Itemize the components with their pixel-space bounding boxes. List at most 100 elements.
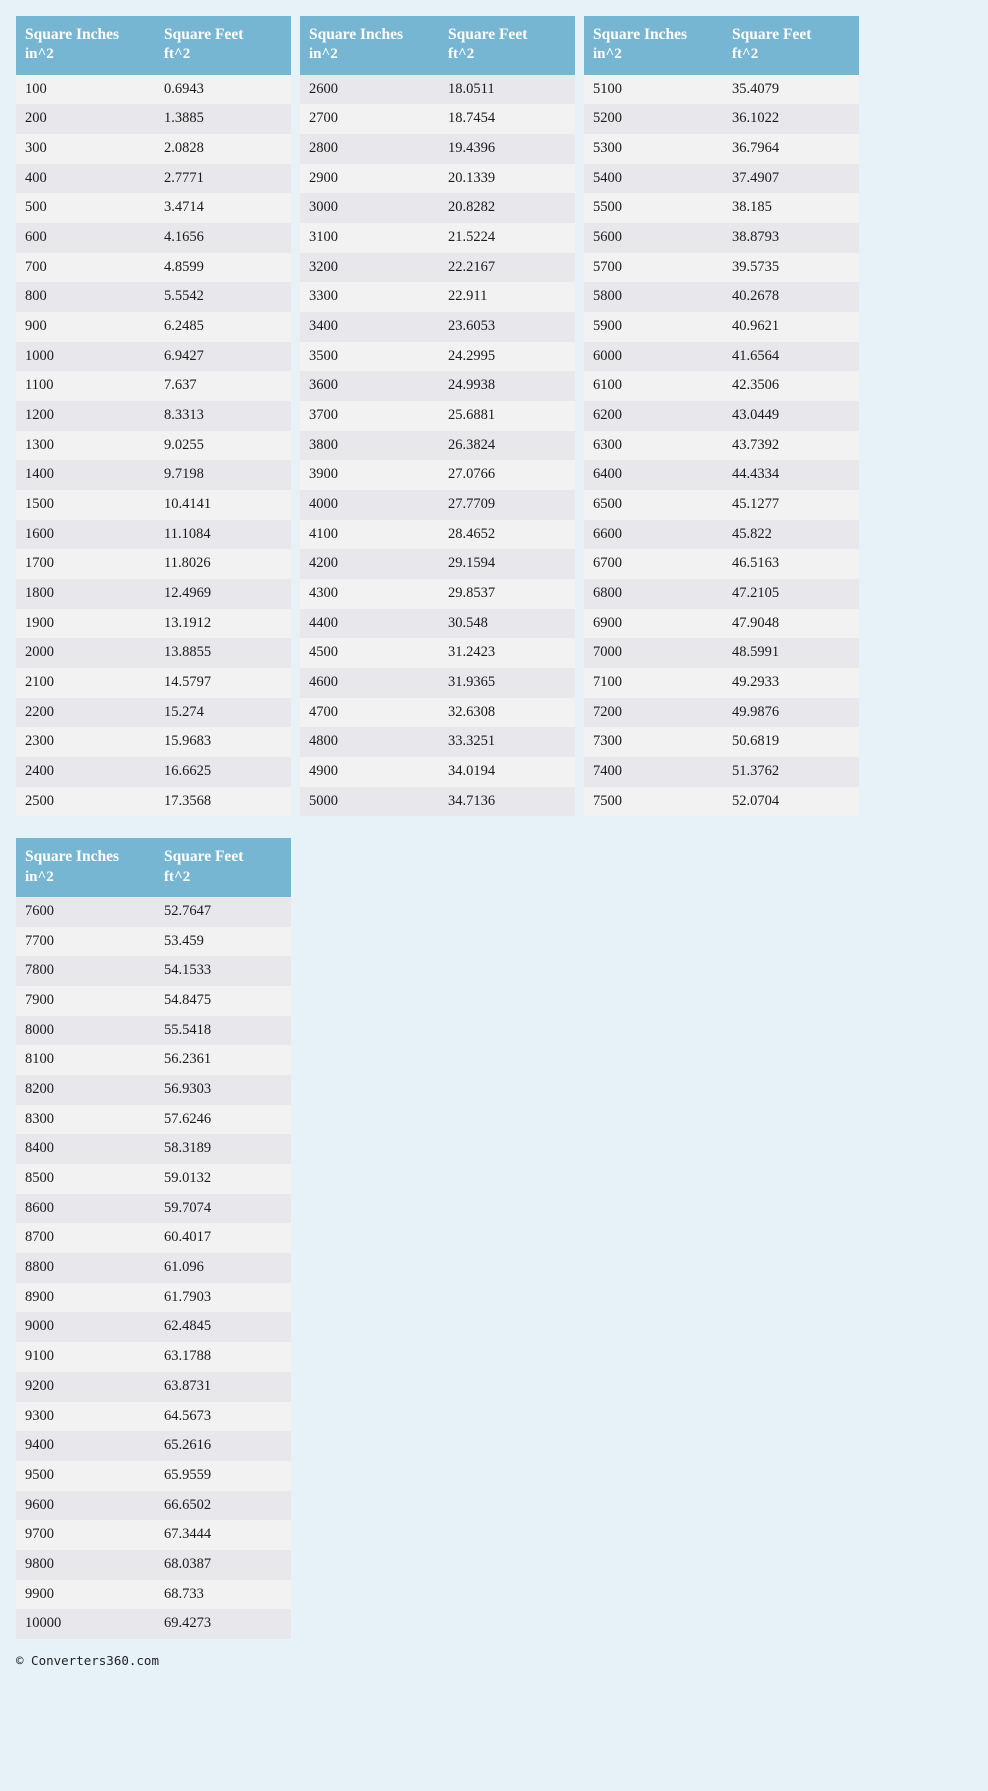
- cell-square-inches: 9400: [16, 1431, 155, 1461]
- table-row: 7300 50.6819: [584, 727, 859, 758]
- cell-square-inches: 4000: [300, 490, 439, 520]
- cell-square-inches: 2800: [300, 133, 439, 164]
- cell-square-feet: 64.5673: [155, 1401, 291, 1432]
- table-row: 4700 32.6308: [300, 697, 575, 728]
- table-row: 2000 13.8855: [16, 638, 291, 669]
- table-row: 4900 34.0194: [300, 757, 575, 787]
- table-row: 800 5.5542: [16, 282, 291, 313]
- cell-square-inches: 6700: [584, 549, 723, 580]
- cell-square-inches: 100: [16, 74, 155, 105]
- column-header-square-feet: Square Feet ft^2: [439, 16, 575, 75]
- cell-square-feet: 59.7074: [155, 1193, 291, 1224]
- table-row: 1600 11.1084: [16, 519, 291, 550]
- cell-square-feet: 61.7903: [155, 1282, 291, 1313]
- table-row: 4800 33.3251: [300, 727, 575, 758]
- cell-square-feet: 4.8599: [155, 252, 291, 283]
- table-row: 7000 48.5991: [584, 638, 859, 669]
- cell-square-feet: 9.7198: [155, 460, 291, 491]
- cell-square-inches: 2000: [16, 638, 155, 669]
- cell-square-feet: 49.9876: [723, 697, 859, 728]
- cell-square-feet: 31.9365: [439, 668, 575, 698]
- cell-square-inches: 9500: [16, 1460, 155, 1491]
- cell-square-feet: 38.8793: [723, 223, 859, 253]
- cell-square-inches: 9200: [16, 1371, 155, 1402]
- cell-square-feet: 47.9048: [723, 608, 859, 639]
- table-row: 7700 53.459: [16, 926, 291, 957]
- cell-square-feet: 45.822: [723, 519, 859, 550]
- cell-square-inches: 6300: [584, 430, 723, 461]
- cell-square-inches: 800: [16, 282, 155, 313]
- table-row: 6100 42.3506: [584, 371, 859, 402]
- column-header-unit: in^2: [593, 46, 622, 63]
- table-row: 5000 34.7136: [300, 786, 575, 817]
- table-row: 8400 58.3189: [16, 1134, 291, 1165]
- cell-square-inches: 9800: [16, 1549, 155, 1580]
- table-row: 8900 61.7903: [16, 1282, 291, 1313]
- cell-square-feet: 54.1533: [155, 956, 291, 987]
- column-header-unit: ft^2: [164, 868, 191, 885]
- table-row: 3700 25.6881: [300, 401, 575, 431]
- cell-square-feet: 54.8475: [155, 986, 291, 1016]
- cell-square-inches: 3700: [300, 401, 439, 431]
- cell-square-feet: 68.733: [155, 1579, 291, 1610]
- table-row: 6900 47.9048: [584, 608, 859, 639]
- cell-square-feet: 18.0511: [439, 74, 575, 105]
- table-row: 1100 7.637: [16, 371, 291, 402]
- cell-square-inches: 5600: [584, 223, 723, 253]
- cell-square-feet: 41.6564: [723, 341, 859, 372]
- cell-square-inches: 3500: [300, 341, 439, 372]
- table-row: 700 4.8599: [16, 252, 291, 283]
- cell-square-feet: 52.7647: [155, 897, 291, 927]
- cell-square-inches: 7500: [584, 786, 723, 817]
- cell-square-inches: 5900: [584, 312, 723, 342]
- column-header-title: Square Inches: [25, 848, 120, 866]
- cell-square-feet: 3.4714: [155, 193, 291, 223]
- cell-square-feet: 20.8282: [439, 193, 575, 223]
- cell-square-inches: 5300: [584, 133, 723, 164]
- cell-square-inches: 7000: [584, 638, 723, 669]
- column-header-unit: ft^2: [164, 46, 191, 63]
- table-row: 3200 22.2167: [300, 252, 575, 283]
- cell-square-inches: 9100: [16, 1342, 155, 1372]
- table-row: 100 0.6943: [16, 74, 291, 105]
- cell-square-feet: 44.4334: [723, 460, 859, 491]
- table-row: 7400 51.3762: [584, 757, 859, 787]
- cell-square-feet: 51.3762: [723, 757, 859, 787]
- table-row: 8100 56.2361: [16, 1045, 291, 1076]
- cell-square-feet: 32.6308: [439, 697, 575, 728]
- table-row: 6700 46.5163: [584, 549, 859, 580]
- table-row: 1800 12.4969: [16, 579, 291, 609]
- footer-copyright: © Converters360.com: [16, 1652, 159, 1668]
- column-header-square-feet: Square Feet ft^2: [155, 16, 291, 75]
- table-row: 6800 47.2105: [584, 579, 859, 609]
- table-row: 8700 60.4017: [16, 1223, 291, 1254]
- cell-square-inches: 7400: [584, 757, 723, 787]
- table-row: 7600 52.7647: [16, 897, 291, 927]
- table-row: 3900 27.0766: [300, 460, 575, 491]
- cell-square-feet: 56.2361: [155, 1045, 291, 1076]
- cell-square-feet: 19.4396: [439, 133, 575, 164]
- table-row: 7200 49.9876: [584, 697, 859, 728]
- cell-square-inches: 7600: [16, 897, 155, 927]
- cell-square-feet: 12.4969: [155, 579, 291, 609]
- cell-square-feet: 48.5991: [723, 638, 859, 669]
- cell-square-feet: 33.3251: [439, 727, 575, 758]
- column-header-title: Square Inches: [309, 26, 404, 43]
- cell-square-feet: 24.9938: [439, 371, 575, 402]
- conversion-table: Square Inches in^2 Square Feet ft^2 7600 52.7…: [16, 838, 291, 1639]
- cell-square-feet: 43.0449: [723, 401, 859, 431]
- column-header-unit: in^2: [25, 868, 54, 885]
- column-header-square-inches: Square Inches in^2: [16, 838, 155, 898]
- cell-square-feet: 11.1084: [155, 519, 291, 550]
- cell-square-inches: 3000: [300, 193, 439, 223]
- cell-square-feet: 13.1912: [155, 608, 291, 639]
- table-row: 4500 31.2423: [300, 638, 575, 669]
- table-row: 7900 54.8475: [16, 986, 291, 1016]
- cell-square-inches: 5200: [584, 104, 723, 134]
- cell-square-inches: 2300: [16, 727, 155, 758]
- cell-square-inches: 3400: [300, 312, 439, 342]
- cell-square-feet: 2.7771: [155, 163, 291, 194]
- table-row: 8200 56.9303: [16, 1075, 291, 1105]
- cell-square-inches: 700: [16, 252, 155, 283]
- cell-square-inches: 4500: [300, 638, 439, 669]
